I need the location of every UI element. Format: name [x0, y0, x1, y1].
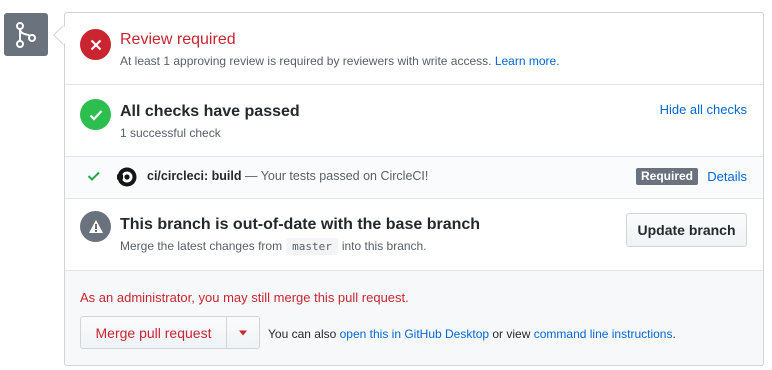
review-title: Review required: [120, 31, 236, 48]
triangle-down-icon: [239, 330, 247, 335]
merge-pull-request-button[interactable]: Merge pull request: [81, 317, 227, 348]
merge-section: As an administrator, you may still merge…: [65, 271, 763, 365]
check-details-link[interactable]: Details: [707, 169, 747, 184]
review-description-text: At least 1 approving review is required …: [120, 54, 492, 68]
branch-desc-before: Merge the latest changes from: [120, 239, 283, 253]
check-icon: [87, 171, 100, 181]
merge-options-dropdown[interactable]: [227, 317, 259, 348]
git-merge-icon: [4, 13, 48, 56]
x-circle-icon: [80, 29, 111, 60]
circleci-logo-icon: [117, 167, 137, 187]
check-circle-icon: [80, 99, 111, 130]
open-github-desktop-link[interactable]: open this in GitHub Desktop: [340, 327, 489, 341]
merge-hint-suffix: .: [672, 327, 676, 341]
hide-all-checks-link[interactable]: Hide all checks: [660, 102, 747, 117]
merge-hint-prefix: You can also: [268, 327, 340, 341]
check-status-text: — Your tests passed on CircleCI!: [241, 169, 429, 183]
checks-title: All checks have passed: [120, 103, 300, 120]
merge-button-group: Merge pull request: [80, 316, 260, 349]
learn-more-link[interactable]: Learn more.: [495, 54, 560, 68]
admin-note: As an administrator, you may still merge…: [80, 290, 409, 305]
branch-title: This branch is out-of-date with the base…: [120, 216, 481, 233]
base-branch-name: master: [286, 238, 338, 255]
check-row: ci/circleci: build — Your tests passed o…: [65, 157, 763, 199]
review-section: Review required At least 1 approving rev…: [65, 13, 763, 85]
merge-hint: You can also open this in GitHub Desktop…: [268, 327, 676, 341]
check-description: ci/circleci: build — Your tests passed o…: [147, 169, 428, 183]
merge-status-card: Review required At least 1 approving rev…: [64, 12, 764, 366]
check-name: ci/circleci: build: [147, 169, 242, 183]
update-branch-button[interactable]: Update branch: [626, 213, 747, 247]
merge-hint-middle: or view: [489, 327, 534, 341]
required-badge: Required: [636, 168, 699, 185]
review-description: At least 1 approving review is required …: [120, 54, 560, 68]
branch-section: This branch is out-of-date with the base…: [65, 199, 763, 271]
checks-section: All checks have passed 1 successful chec…: [65, 85, 763, 157]
alert-icon: [80, 211, 111, 242]
checks-summary: 1 successful check: [120, 126, 221, 140]
branch-description: Merge the latest changes from master into …: [120, 238, 427, 255]
branch-desc-after: into this branch.: [341, 239, 427, 253]
command-line-instructions-link[interactable]: command line instructions: [534, 327, 673, 341]
